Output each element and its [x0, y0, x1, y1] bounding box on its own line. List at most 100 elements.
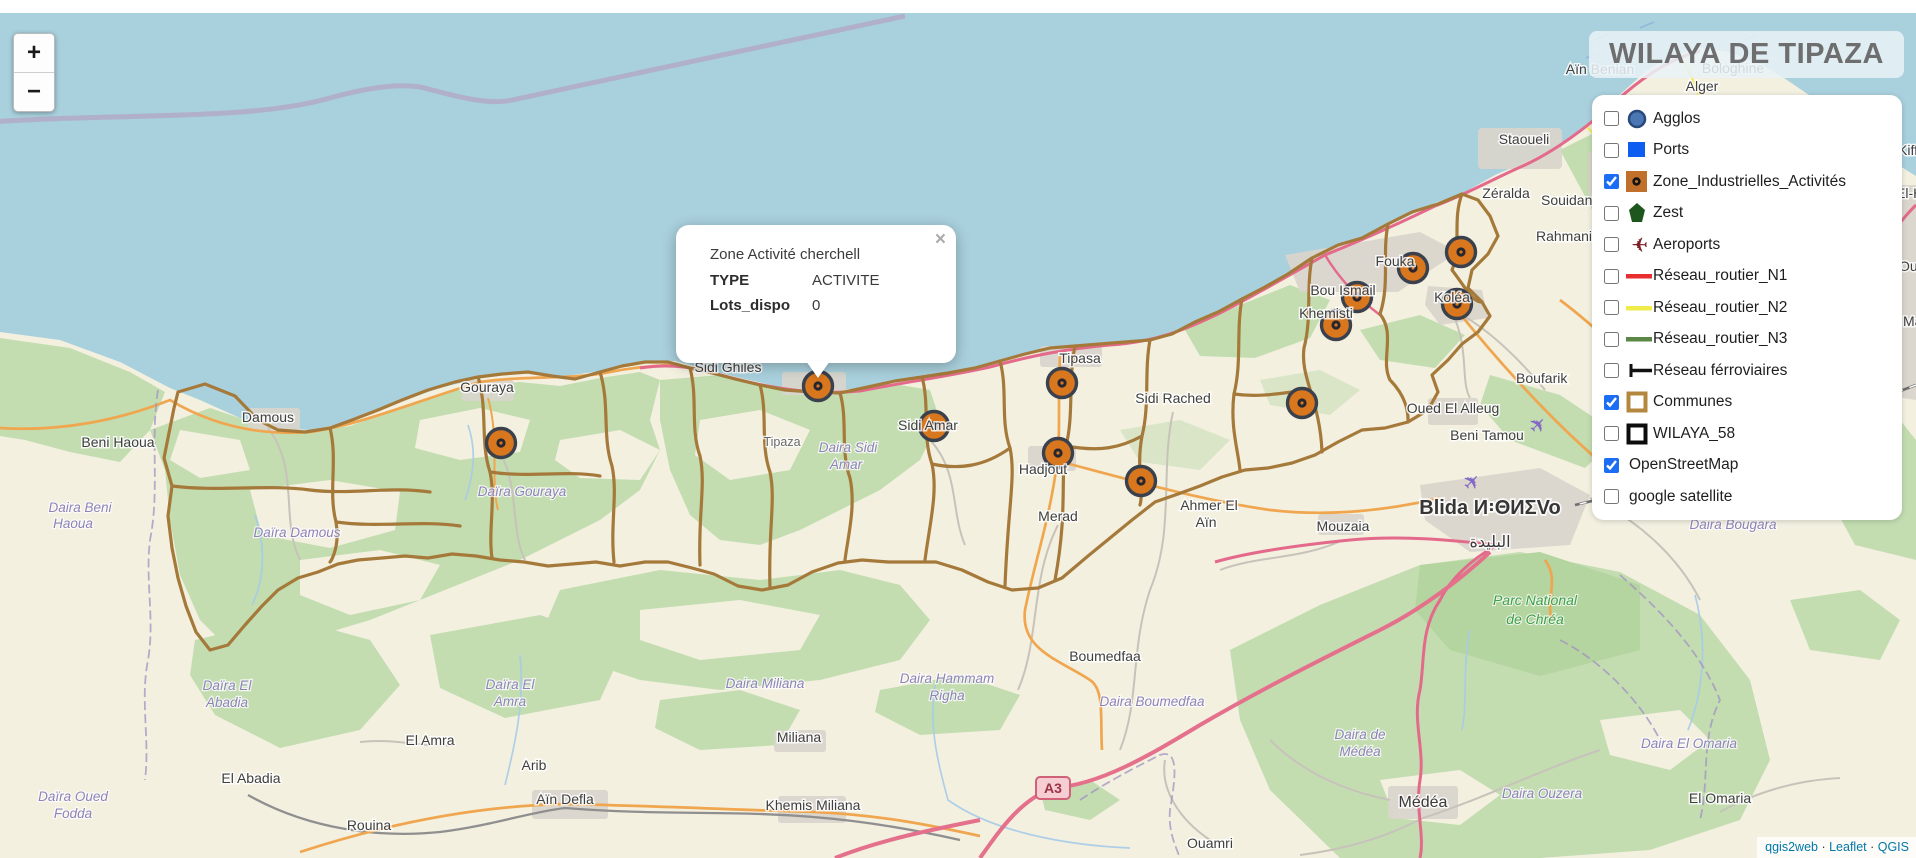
- legend-item-aeroports[interactable]: ✈Aeroports: [1592, 229, 1902, 261]
- map-label: Daira Sidi: [819, 440, 879, 455]
- legend-checkbox[interactable]: [1604, 300, 1619, 315]
- map-title: WILAYA DE TIPAZA: [1589, 31, 1904, 78]
- legend-label: Réseau férroviaires: [1653, 362, 1787, 380]
- map-label: Gouraya: [460, 379, 514, 395]
- svg-text:✈: ✈: [1631, 235, 1648, 257]
- map-label: El Abadia: [221, 770, 280, 786]
- map-label: El Omaria: [1689, 790, 1751, 806]
- map-label: Mahelma: [1903, 313, 1916, 329]
- legend-checkbox[interactable]: [1604, 111, 1619, 126]
- attribution-link-qgis[interactable]: QGIS: [1878, 840, 1909, 854]
- legend-label: Zone_Industrielles_Activités: [1653, 173, 1846, 191]
- legend-checkbox[interactable]: [1604, 489, 1619, 504]
- map-label: Blida И꞉ΘИΣVo: [1419, 497, 1561, 519]
- attribution-bar: qgis2web · Leaflet · QGIS: [1757, 837, 1916, 858]
- map-label: Staoueli: [1499, 131, 1550, 147]
- map-label: Khemis Miliana: [766, 797, 861, 813]
- zoom-out-button[interactable]: −: [14, 73, 54, 111]
- legend-item-r-seau-f-rroviaires[interactable]: Réseau férroviaires: [1592, 355, 1902, 387]
- map-label: Fouka: [1376, 253, 1415, 269]
- legend-checkbox[interactable]: [1604, 458, 1619, 473]
- map-label: Sidi Rached: [1135, 390, 1211, 406]
- map-label: Daïra Damous: [253, 525, 340, 540]
- map-label: Beni Tamou: [1450, 427, 1524, 443]
- zone-industrielle-marker[interactable]: [1288, 389, 1317, 418]
- legend-item-r-seau-routier-n2[interactable]: Réseau_routier_N2: [1592, 292, 1902, 324]
- legend-item-r-seau-routier-n3[interactable]: Réseau_routier_N3: [1592, 323, 1902, 355]
- popup-close-button[interactable]: ×: [935, 230, 946, 249]
- legend-item-zone-industrielles-activit-s[interactable]: Zone_Industrielles_Activités: [1592, 166, 1902, 198]
- map-label: Médéa: [1399, 794, 1448, 811]
- legend-item-google-satellite[interactable]: google satellite: [1592, 481, 1902, 513]
- map-label: Daira Boumedfaa: [1099, 694, 1205, 709]
- map-label: Aïn Defla: [536, 791, 594, 807]
- map-label: Mouzaia: [1317, 518, 1370, 534]
- legend-checkbox[interactable]: [1604, 269, 1619, 284]
- map-label: Fodda: [54, 806, 93, 821]
- popup-title: Zone Activité cherchell: [710, 246, 938, 263]
- legend-item-agglos[interactable]: Agglos: [1592, 103, 1902, 135]
- legend-icon-line: [1625, 327, 1653, 351]
- legend-checkbox[interactable]: [1604, 174, 1619, 189]
- popup-tail: [806, 361, 830, 378]
- zone-industrielle-marker[interactable]: [487, 429, 516, 458]
- legend-checkbox[interactable]: [1604, 395, 1619, 410]
- legend-label: WILAYA_58: [1653, 425, 1735, 443]
- legend-checkbox[interactable]: [1604, 426, 1619, 441]
- map-label: Oued El Alleug: [1407, 400, 1500, 416]
- legend-label: Agglos: [1653, 110, 1700, 128]
- popup-attribute-key: TYPE: [710, 272, 812, 289]
- legend-item-ports[interactable]: Ports: [1592, 134, 1902, 166]
- map-label: Miliana: [777, 729, 822, 745]
- popup-attribute-row: TYPEACTIVITE: [710, 272, 938, 289]
- legend-checkbox[interactable]: [1604, 237, 1619, 252]
- map-label: البليدة: [1469, 534, 1510, 551]
- legend-item-openstreetmap[interactable]: OpenStreetMap: [1592, 449, 1902, 481]
- legend-checkbox[interactable]: [1604, 332, 1619, 347]
- legend-item-wilaya-58[interactable]: WILAYA_58: [1592, 418, 1902, 450]
- map-label: Rahmania: [1536, 228, 1600, 244]
- legend-checkbox[interactable]: [1604, 143, 1619, 158]
- zoom-in-button[interactable]: +: [14, 34, 54, 73]
- map-label: Alger: [1686, 78, 1719, 94]
- zoom-control: + −: [13, 33, 55, 112]
- map-label: Merad: [1038, 508, 1078, 524]
- map-label: Daira Miliana: [726, 676, 805, 691]
- map-label: Ouamri: [1187, 835, 1233, 851]
- legend-checkbox[interactable]: [1604, 206, 1619, 221]
- attribution-link-qgis2web[interactable]: qgis2web: [1765, 840, 1818, 854]
- map-label: Tipaza: [763, 435, 800, 449]
- legend-icon-rail: [1625, 359, 1653, 383]
- map-label: Tipasa: [1059, 350, 1101, 366]
- map-label: Righa: [929, 688, 965, 703]
- map-label: Daïra Oued: [38, 789, 108, 804]
- legend-icon-outline: [1625, 422, 1653, 446]
- zone-industrielle-marker[interactable]: [1447, 238, 1476, 267]
- legend-item-r-seau-routier-n1[interactable]: Réseau_routier_N1: [1592, 260, 1902, 292]
- map-label: Amra: [493, 694, 527, 709]
- legend-icon-outline: [1625, 390, 1653, 414]
- map-label: Daïra El: [486, 677, 536, 692]
- popup-attribute-row: Lots_dispo0: [710, 297, 938, 314]
- popup-attribute-value: ACTIVITE: [812, 272, 880, 289]
- legend-icon-plane: ✈: [1625, 233, 1653, 257]
- map-label: de Chréa: [1506, 611, 1564, 627]
- map-label: Daïra El: [203, 678, 253, 693]
- map-label: Hadjout: [1019, 461, 1067, 477]
- legend-label: Communes: [1653, 393, 1732, 411]
- legend-item-communes[interactable]: Communes: [1592, 386, 1902, 418]
- map-label: Ahmer El: [1180, 497, 1238, 513]
- legend-label: google satellite: [1629, 488, 1732, 506]
- feature-popup: × Zone Activité cherchell TYPEACTIVITE Lo…: [676, 225, 956, 363]
- legend-item-zest[interactable]: Zest: [1592, 197, 1902, 229]
- map-label: Daira Ouzera: [1502, 786, 1583, 801]
- zone-industrielle-marker[interactable]: [1048, 369, 1077, 398]
- legend-label: Réseau_routier_N2: [1653, 299, 1787, 317]
- legend-checkbox[interactable]: [1604, 363, 1619, 378]
- zone-industrielle-marker[interactable]: [1127, 467, 1156, 496]
- map-label: Zéralda: [1482, 185, 1530, 201]
- map-label: El Amra: [405, 732, 454, 748]
- popup-attribute-value: 0: [812, 297, 820, 314]
- attribution-link-leaflet[interactable]: Leaflet: [1829, 840, 1867, 854]
- legend-icon-pentagon: [1625, 201, 1653, 225]
